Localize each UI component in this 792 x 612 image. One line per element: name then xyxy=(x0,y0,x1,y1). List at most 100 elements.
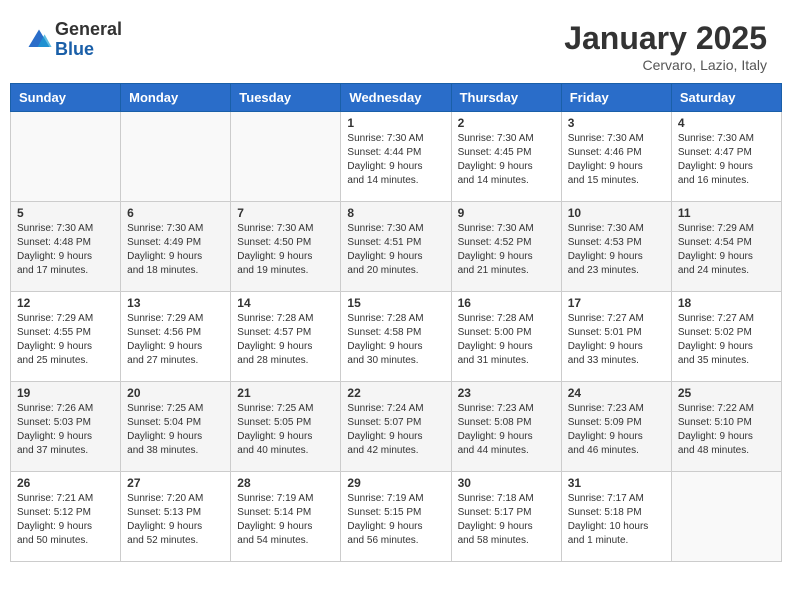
month-title: January 2025 xyxy=(564,20,767,57)
table-row: 7 Sunrise: 7:30 AM Sunset: 4:50 PM Daylig… xyxy=(231,202,341,292)
day-number: 11 xyxy=(678,206,775,220)
table-row: 8Sunrise: 7:30 AM Sunset: 4:51 PM Daylig… xyxy=(341,202,451,292)
table-row: 6 Sunrise: 7:30 AM Sunset: 4:49 PM Daylig… xyxy=(121,202,231,292)
day-info: Sunrise: 7:30 AM Sunset: 4:49 PM Dayligh… xyxy=(127,222,224,278)
table-row: 21 Sunrise: 7:25 AM Sunset: 5:05 PM Dayli… xyxy=(231,382,341,472)
day-number: 25 xyxy=(678,386,775,400)
day-info: Sunrise: 7:22 AM Sunset: 5:10 PM Dayligh… xyxy=(678,402,775,458)
day-number: 24 xyxy=(568,386,665,400)
day-number: 27 xyxy=(127,476,224,490)
table-row xyxy=(11,112,121,202)
day-info: Sunrise: 7:19 AM Sunset: 5:15 PM Dayligh… xyxy=(347,492,444,548)
table-row: 28Sunrise: 7:19 AM Sunset: 5:14 PM Dayli… xyxy=(231,472,341,562)
table-row xyxy=(231,112,341,202)
table-row xyxy=(121,112,231,202)
page-header: General Blue January 2025 Cervaro, Lazio… xyxy=(10,10,782,78)
table-row: 25 Sunrise: 7:22 AM Sunset: 5:10 PM Dayli… xyxy=(671,382,781,472)
day-info: Sunrise: 7:30 AM Sunset: 4:47 PM Dayligh… xyxy=(678,132,775,188)
day-info: Sunrise: 7:24 AM Sunset: 5:07 PM Dayligh… xyxy=(347,402,444,458)
day-info: Sunrise: 7:29 AM Sunset: 4:56 PM Dayligh… xyxy=(127,312,224,368)
day-number: 21 xyxy=(237,386,334,400)
day-info: Sunrise: 7:28 AM Sunset: 5:00 PM Dayligh… xyxy=(458,312,555,368)
table-row: 11 Sunrise: 7:29 AM Sunset: 4:54 PM Dayli… xyxy=(671,202,781,292)
day-info: Sunrise: 7:30 AM Sunset: 4:50 PM Dayligh… xyxy=(237,222,334,278)
logo: General Blue xyxy=(25,20,122,60)
day-number: 1 xyxy=(347,116,444,130)
day-number: 5 xyxy=(17,206,114,220)
col-sunday: Sunday xyxy=(11,84,121,112)
day-number: 22 xyxy=(347,386,444,400)
day-number: 10 xyxy=(568,206,665,220)
table-row: 20 Sunrise: 7:25 AM Sunset: 5:04 PM Dayli… xyxy=(121,382,231,472)
table-row: 26Sunrise: 7:21 AM Sunset: 5:12 PM Dayli… xyxy=(11,472,121,562)
calendar-week-2: 5 Sunrise: 7:30 AM Sunset: 4:48 PM Daylig… xyxy=(11,202,782,292)
table-row: 14Sunrise: 7:28 AM Sunset: 4:57 PM Dayli… xyxy=(231,292,341,382)
day-number: 16 xyxy=(458,296,555,310)
day-info: Sunrise: 7:20 AM Sunset: 5:13 PM Dayligh… xyxy=(127,492,224,548)
day-info: Sunrise: 7:21 AM Sunset: 5:12 PM Dayligh… xyxy=(17,492,114,548)
table-row: 13 Sunrise: 7:29 AM Sunset: 4:56 PM Dayli… xyxy=(121,292,231,382)
table-row: 4 Sunrise: 7:30 AM Sunset: 4:47 PM Daylig… xyxy=(671,112,781,202)
day-number: 12 xyxy=(17,296,114,310)
day-number: 8 xyxy=(347,206,444,220)
day-info: Sunrise: 7:29 AM Sunset: 4:55 PM Dayligh… xyxy=(17,312,114,368)
day-number: 3 xyxy=(568,116,665,130)
col-tuesday: Tuesday xyxy=(231,84,341,112)
day-info: Sunrise: 7:30 AM Sunset: 4:46 PM Dayligh… xyxy=(568,132,665,188)
day-info: Sunrise: 7:29 AM Sunset: 4:54 PM Dayligh… xyxy=(678,222,775,278)
day-number: 30 xyxy=(458,476,555,490)
day-info: Sunrise: 7:23 AM Sunset: 5:09 PM Dayligh… xyxy=(568,402,665,458)
calendar-week-1: 1 Sunrise: 7:30 AM Sunset: 4:44 PM Daylig… xyxy=(11,112,782,202)
day-info: Sunrise: 7:18 AM Sunset: 5:17 PM Dayligh… xyxy=(458,492,555,548)
day-info: Sunrise: 7:19 AM Sunset: 5:14 PM Dayligh… xyxy=(237,492,334,548)
col-thursday: Thursday xyxy=(451,84,561,112)
day-number: 31 xyxy=(568,476,665,490)
calendar-week-5: 26Sunrise: 7:21 AM Sunset: 5:12 PM Dayli… xyxy=(11,472,782,562)
table-row: 23Sunrise: 7:23 AM Sunset: 5:08 PM Dayli… xyxy=(451,382,561,472)
table-row: 27 Sunrise: 7:20 AM Sunset: 5:13 PM Dayli… xyxy=(121,472,231,562)
table-row: 30 Sunrise: 7:18 AM Sunset: 5:17 PM Dayli… xyxy=(451,472,561,562)
day-info: Sunrise: 7:27 AM Sunset: 5:01 PM Dayligh… xyxy=(568,312,665,368)
table-row: 22 Sunrise: 7:24 AM Sunset: 5:07 PM Dayli… xyxy=(341,382,451,472)
table-row: 5 Sunrise: 7:30 AM Sunset: 4:48 PM Daylig… xyxy=(11,202,121,292)
logo-blue-text: Blue xyxy=(55,40,122,60)
table-row: 17 Sunrise: 7:27 AM Sunset: 5:01 PM Dayli… xyxy=(561,292,671,382)
table-row: 24 Sunrise: 7:23 AM Sunset: 5:09 PM Dayli… xyxy=(561,382,671,472)
table-row: 9Sunrise: 7:30 AM Sunset: 4:52 PM Daylig… xyxy=(451,202,561,292)
logo-text: General Blue xyxy=(55,20,122,60)
table-row: 2 Sunrise: 7:30 AM Sunset: 4:45 PM Daylig… xyxy=(451,112,561,202)
day-number: 15 xyxy=(347,296,444,310)
day-number: 17 xyxy=(568,296,665,310)
col-wednesday: Wednesday xyxy=(341,84,451,112)
day-info: Sunrise: 7:25 AM Sunset: 5:05 PM Dayligh… xyxy=(237,402,334,458)
location-subtitle: Cervaro, Lazio, Italy xyxy=(564,57,767,73)
day-number: 20 xyxy=(127,386,224,400)
table-row: 16 Sunrise: 7:28 AM Sunset: 5:00 PM Dayli… xyxy=(451,292,561,382)
day-info: Sunrise: 7:28 AM Sunset: 4:58 PM Dayligh… xyxy=(347,312,444,368)
day-number: 6 xyxy=(127,206,224,220)
day-info: Sunrise: 7:25 AM Sunset: 5:04 PM Dayligh… xyxy=(127,402,224,458)
col-monday: Monday xyxy=(121,84,231,112)
col-saturday: Saturday xyxy=(671,84,781,112)
day-number: 29 xyxy=(347,476,444,490)
day-number: 7 xyxy=(237,206,334,220)
calendar-table: Sunday Monday Tuesday Wednesday Thursday… xyxy=(10,83,782,562)
table-row: 29 Sunrise: 7:19 AM Sunset: 5:15 PM Dayli… xyxy=(341,472,451,562)
day-info: Sunrise: 7:17 AM Sunset: 5:18 PM Dayligh… xyxy=(568,492,665,548)
table-row: 3 Sunrise: 7:30 AM Sunset: 4:46 PM Daylig… xyxy=(561,112,671,202)
logo-general-text: General xyxy=(55,20,122,40)
day-number: 13 xyxy=(127,296,224,310)
table-row: 10 Sunrise: 7:30 AM Sunset: 4:53 PM Dayli… xyxy=(561,202,671,292)
day-info: Sunrise: 7:30 AM Sunset: 4:45 PM Dayligh… xyxy=(458,132,555,188)
table-row xyxy=(671,472,781,562)
day-number: 14 xyxy=(237,296,334,310)
day-number: 4 xyxy=(678,116,775,130)
day-info: Sunrise: 7:30 AM Sunset: 4:44 PM Dayligh… xyxy=(347,132,444,188)
logo-icon xyxy=(25,26,53,54)
day-number: 2 xyxy=(458,116,555,130)
day-number: 19 xyxy=(17,386,114,400)
day-info: Sunrise: 7:26 AM Sunset: 5:03 PM Dayligh… xyxy=(17,402,114,458)
day-info: Sunrise: 7:30 AM Sunset: 4:53 PM Dayligh… xyxy=(568,222,665,278)
day-number: 23 xyxy=(458,386,555,400)
day-info: Sunrise: 7:30 AM Sunset: 4:48 PM Dayligh… xyxy=(17,222,114,278)
